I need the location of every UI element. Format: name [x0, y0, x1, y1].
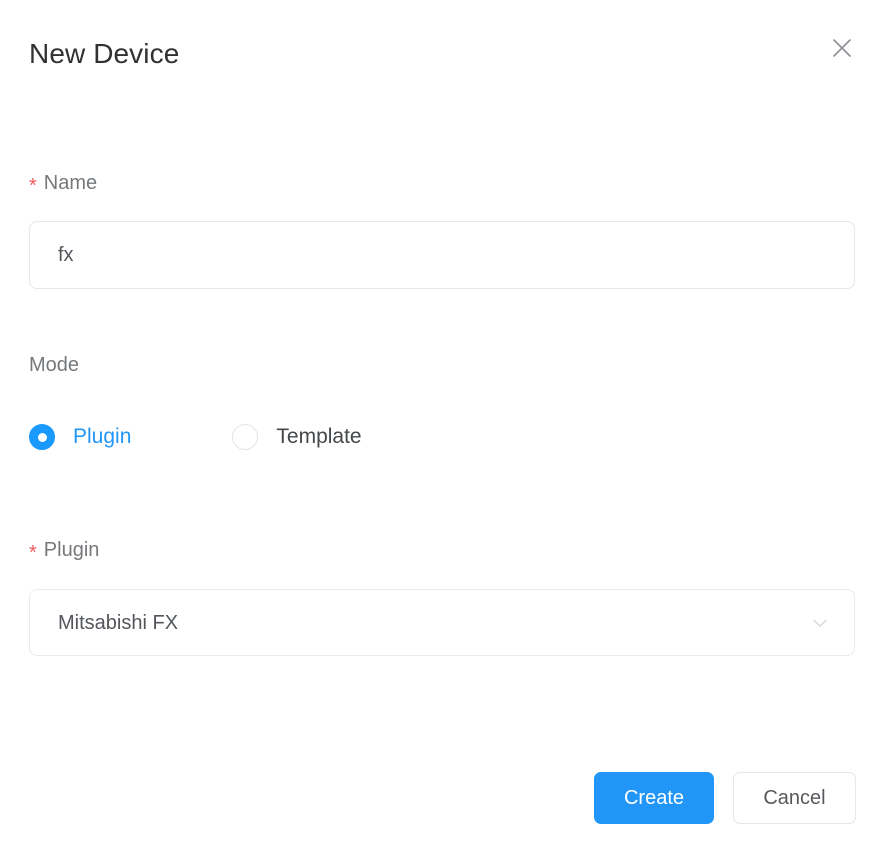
plugin-label-text: Plugin — [43, 539, 100, 561]
page-title: New Device — [29, 38, 180, 69]
name-field-label: * Name — [29, 170, 97, 196]
name-input[interactable] — [29, 221, 855, 289]
name-label-text: Name — [43, 172, 98, 194]
close-icon — [831, 37, 853, 59]
required-asterisk: * — [29, 175, 37, 197]
mode-label-text: Mode — [29, 354, 80, 376]
radio-option-plugin[interactable]: Plugin — [29, 424, 131, 450]
create-button[interactable]: Create — [594, 772, 714, 824]
radio-label-plugin: Plugin — [73, 425, 132, 448]
close-button[interactable] — [828, 34, 856, 62]
mode-field-label: Mode — [29, 352, 79, 378]
cancel-button[interactable]: Cancel — [733, 772, 856, 824]
radio-unselected-icon — [232, 424, 259, 450]
plugin-select-value: Mitsabishi FX — [58, 611, 179, 634]
required-asterisk: * — [29, 542, 37, 564]
chevron-down-icon — [808, 611, 832, 635]
radio-option-template[interactable]: Template — [232, 424, 362, 450]
radio-selected-icon — [29, 424, 55, 450]
plugin-select[interactable]: Mitsabishi FX — [29, 589, 855, 656]
new-device-dialog: New Device *Name Mode Plugin Tem — [0, 0, 882, 850]
plugin-field-label: * Plugin — [29, 537, 99, 563]
mode-radio-group: Plugin Template — [29, 422, 362, 452]
dialog-header: New Device — [0, 0, 882, 100]
radio-label-template: Template — [276, 425, 362, 448]
dialog-footer: Create Cancel — [0, 772, 882, 824]
